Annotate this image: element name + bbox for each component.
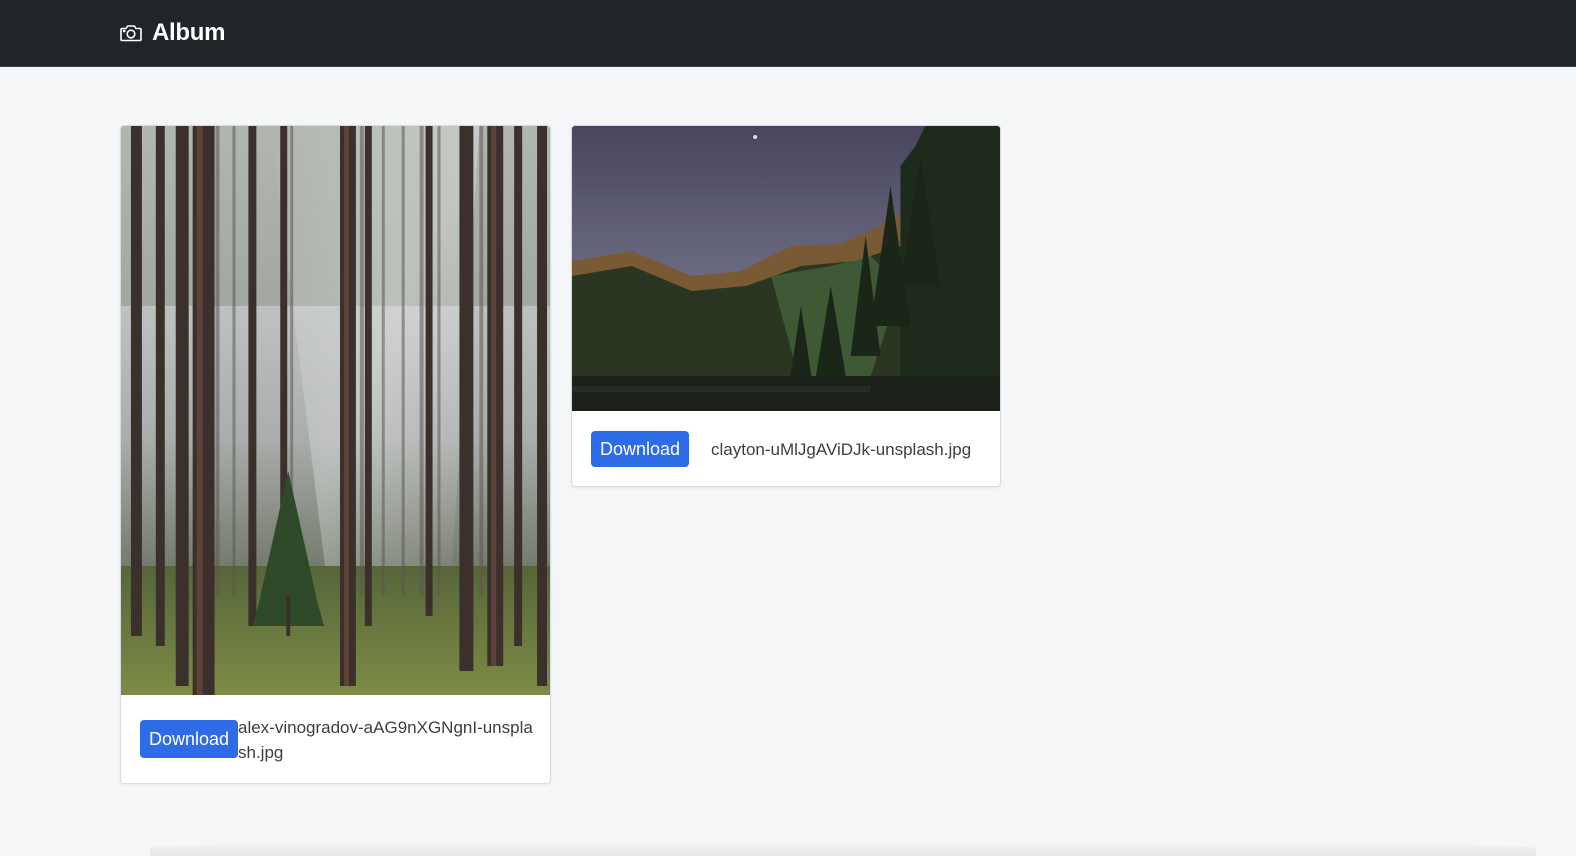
top-navbar: Album (0, 0, 1576, 67)
filename-label: clayton-uMlJgAViDJk-unsplash.jpg (711, 440, 972, 459)
brand-title: Album (152, 19, 226, 46)
download-button[interactable]: Download (140, 720, 238, 758)
filename-label: alex-vinogradov-aAG9nXGNgnI-unsplash.jpg (238, 718, 533, 762)
photo-card: Download clayton-uMlJgAViDJk-unsplash.jp… (571, 125, 1001, 487)
page-bottom-shadow (150, 840, 1536, 856)
download-button[interactable]: Download (591, 431, 689, 467)
brand[interactable]: Album (119, 17, 225, 49)
camera-icon (120, 25, 142, 42)
photo-card: Download alex-vinogradov-aAG9nXGNgnI-uns… (120, 125, 551, 784)
forest-pine-trees-photo (121, 126, 550, 695)
mountain-lake-night-photo (572, 126, 1000, 411)
